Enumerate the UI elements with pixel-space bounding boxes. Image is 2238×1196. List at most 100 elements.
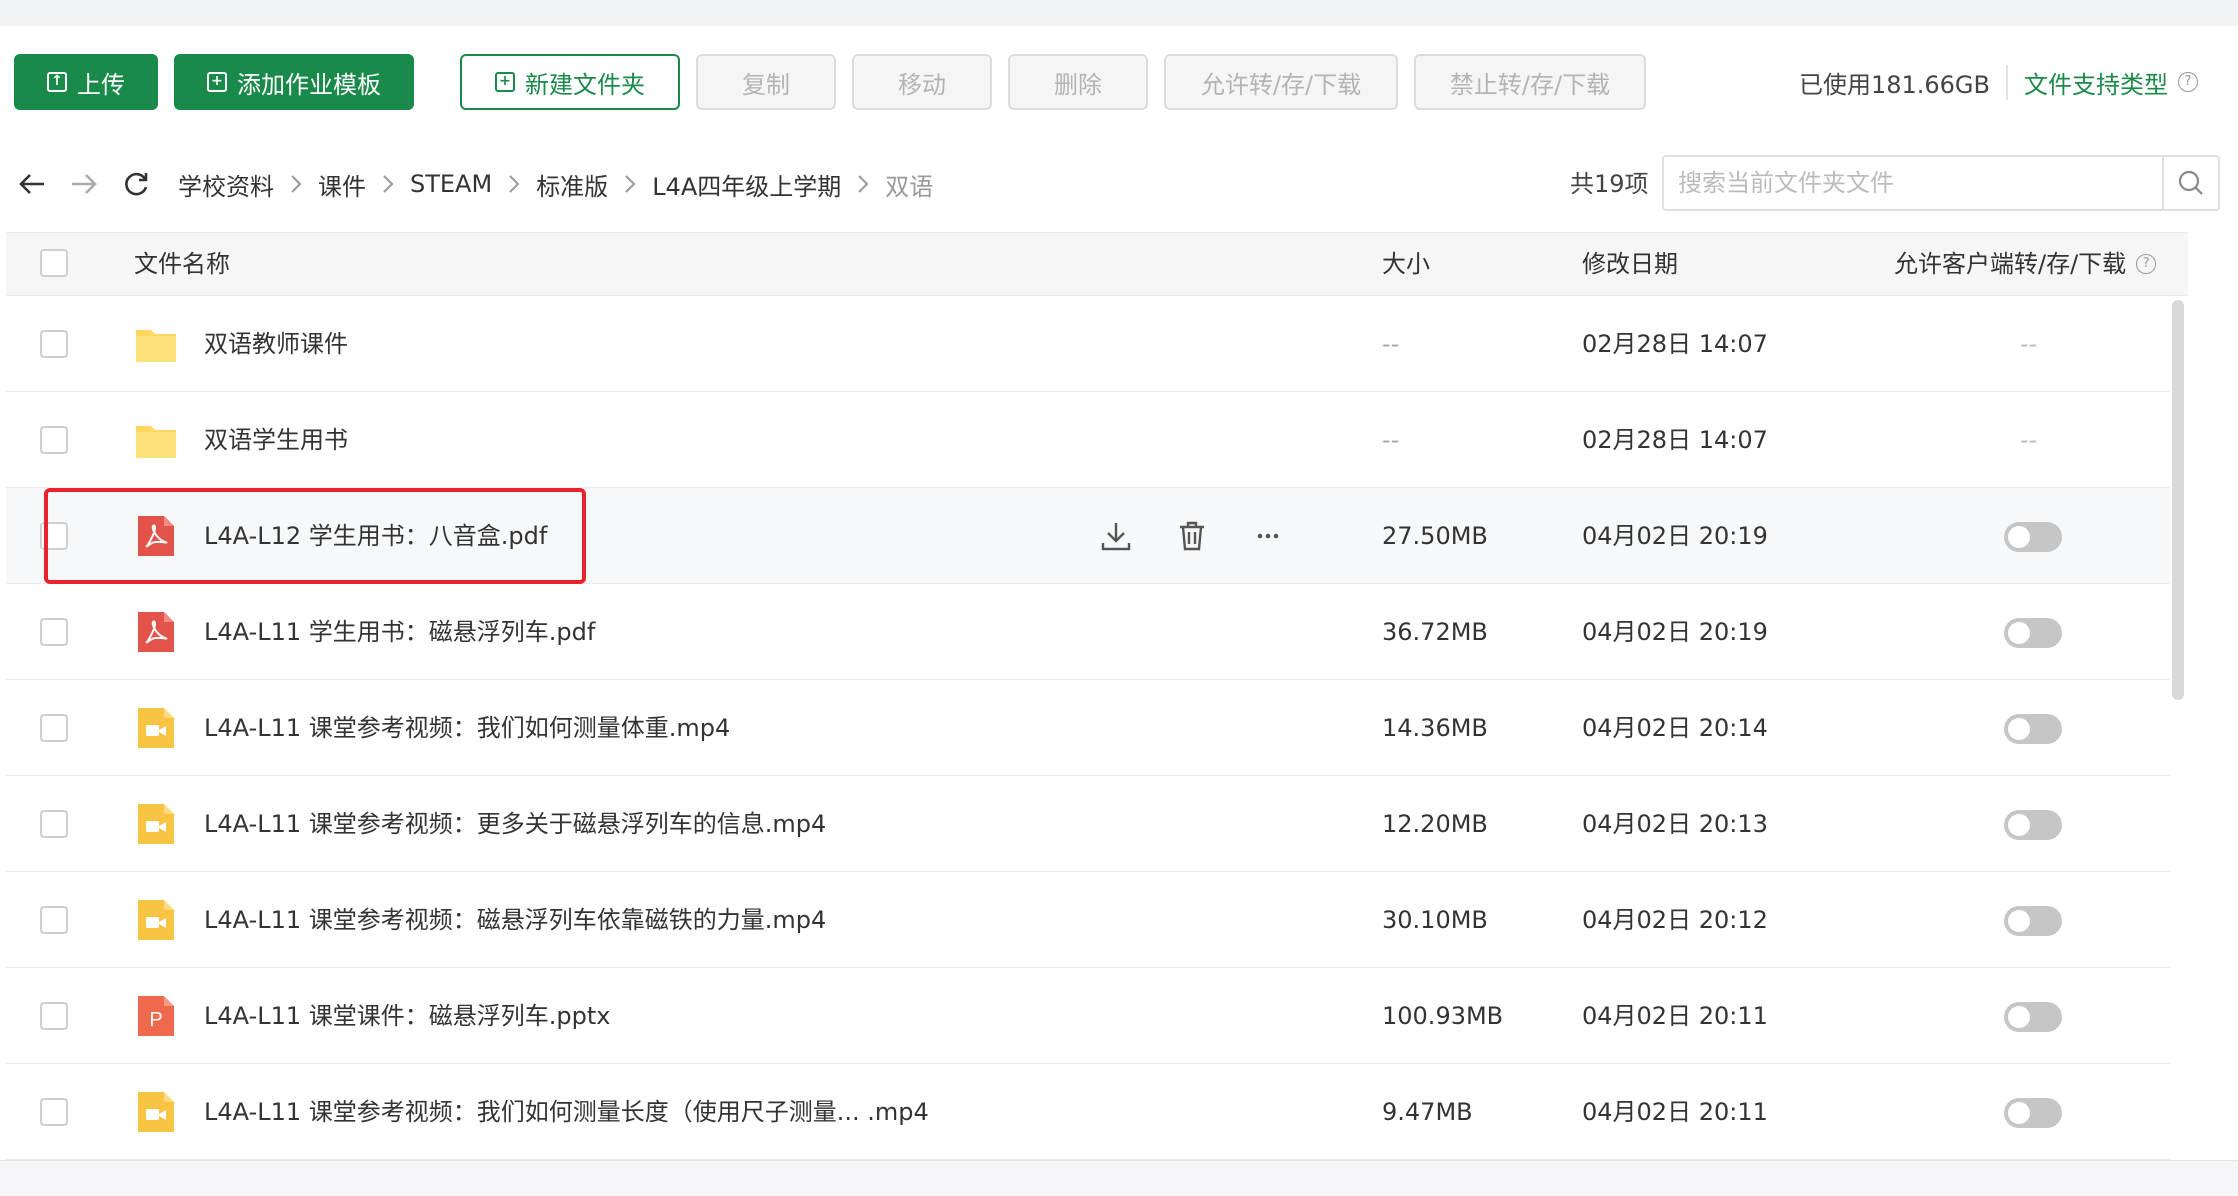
file-size: 36.72MB <box>1382 618 1488 646</box>
column-header-size[interactable]: 大小 <box>1382 233 1430 295</box>
file-size: -- <box>1382 330 1400 358</box>
allow-download-toggle[interactable] <box>2004 522 2062 552</box>
file-name[interactable]: L4A-L12 学生用书：八音盒.pdf <box>204 488 547 584</box>
row-checkbox[interactable] <box>40 618 68 646</box>
column-header-name[interactable]: 文件名称 <box>134 233 230 295</box>
row-checkbox[interactable] <box>40 714 68 742</box>
file-name[interactable]: L4A-L11 课堂参考视频：我们如何测量体重.mp4 <box>204 680 730 776</box>
column-header-allow-label: 允许客户端转/存/下载 <box>1894 250 2127 278</box>
forward-arrow-icon[interactable] <box>66 166 102 202</box>
file-date: 02月28日 14:07 <box>1582 330 1768 358</box>
folder-plus-icon: + <box>495 72 515 92</box>
search-button[interactable] <box>2162 157 2218 209</box>
row-checkbox[interactable] <box>40 1002 68 1030</box>
file-name[interactable]: L4A-L11 课堂参考视频：我们如何测量长度（使用尺子测量... .mp4 <box>204 1064 929 1160</box>
chevron-right-icon <box>290 174 302 194</box>
forbid-download-label: 禁止转/存/下载 <box>1449 70 1611 99</box>
navigation-bar: 学校资料 课件 STEAM 标准版 L4A四年级上学期 双语 <box>14 158 933 210</box>
chevron-right-icon <box>857 174 869 194</box>
file-name[interactable]: L4A-L11 课堂课件：磁悬浮列车.pptx <box>204 968 610 1064</box>
breadcrumb-item[interactable]: L4A四年级上学期 <box>652 167 841 202</box>
trash-icon[interactable] <box>1172 516 1212 556</box>
table-row[interactable]: L4A-L11 课堂参考视频：磁悬浮列车依靠磁铁的力量.mp4 30.10MB … <box>6 872 2170 968</box>
select-all-checkbox[interactable] <box>40 249 68 277</box>
row-checkbox[interactable] <box>40 426 68 454</box>
add-template-button[interactable]: + 添加作业模板 <box>174 54 414 110</box>
copy-label: 复制 <box>742 70 790 99</box>
row-checkbox[interactable] <box>40 522 68 550</box>
column-header-date[interactable]: 修改日期 <box>1582 233 1678 295</box>
more-options-icon[interactable] <box>1248 516 1288 556</box>
file-date: 04月02日 20:19 <box>1582 522 1768 550</box>
allow-download-toggle[interactable] <box>2004 618 2062 648</box>
allow-download-toggle[interactable] <box>2004 810 2062 840</box>
allow-download-toggle[interactable] <box>2004 714 2062 744</box>
row-checkbox[interactable] <box>40 1098 68 1126</box>
table-row[interactable]: L4A-L11 课堂参考视频：更多关于磁悬浮列车的信息.mp4 12.20MB … <box>6 776 2170 872</box>
delete-button[interactable]: 删除 <box>1008 54 1148 110</box>
top-strip <box>0 0 2238 26</box>
allow-download-toggle[interactable] <box>2004 1098 2062 1128</box>
back-arrow-icon[interactable] <box>14 166 50 202</box>
upload-button[interactable]: ↑ 上传 <box>14 54 158 110</box>
column-header-allow: 允许客户端转/存/下载 ? <box>1894 233 2157 295</box>
breadcrumb-item[interactable]: STEAM <box>410 170 492 198</box>
allow-download-button[interactable]: 允许转/存/下载 <box>1164 54 1398 110</box>
file-date: 04月02日 20:11 <box>1582 1098 1768 1126</box>
add-template-label: 添加作业模板 <box>237 70 381 99</box>
table-row[interactable]: 双语教师课件 -- 02月28日 14:07 -- <box>6 296 2170 392</box>
table-row[interactable]: L4A-L11 学生用书：磁悬浮列车.pdf 36.72MB 04月02日 20… <box>6 584 2170 680</box>
breadcrumb-current: 双语 <box>885 172 934 201</box>
storage-usage: 已使用181.66GB 文件支持类型 ? <box>1799 54 2198 110</box>
row-checkbox[interactable] <box>40 810 68 838</box>
allow-download-toggle[interactable] <box>2004 906 2062 936</box>
file-size: -- <box>1382 426 1400 454</box>
file-size: 100.93MB <box>1382 1002 1504 1030</box>
help-icon[interactable]: ? <box>2178 72 2198 92</box>
search-icon <box>2178 170 2203 195</box>
file-date: 04月02日 20:19 <box>1582 618 1768 646</box>
folder-icon <box>136 330 176 362</box>
table-row[interactable]: L4A-L11 课堂参考视频：我们如何测量长度（使用尺子测量... .mp4 9… <box>6 1064 2170 1160</box>
table-row[interactable]: 双语学生用书 -- 02月28日 14:07 -- <box>6 392 2170 488</box>
row-checkbox[interactable] <box>40 330 68 358</box>
row-checkbox[interactable] <box>40 906 68 934</box>
file-types-link[interactable]: 文件支持类型 <box>2024 65 2168 100</box>
file-name[interactable]: 双语学生用书 <box>204 392 348 488</box>
vertical-scrollbar[interactable] <box>2172 300 2184 700</box>
table-row[interactable]: P L4A-L11 课堂课件：磁悬浮列车.pptx 100.93MB 04月02… <box>6 968 2170 1064</box>
storage-used: 已使用181.66GB <box>1799 64 2008 100</box>
refresh-icon[interactable] <box>118 166 154 202</box>
ppt-file-icon: P <box>138 996 174 1036</box>
new-folder-button[interactable]: + 新建文件夹 <box>460 54 680 110</box>
table-row[interactable]: L4A-L11 课堂参考视频：我们如何测量体重.mp4 14.36MB 04月0… <box>6 680 2170 776</box>
chevron-right-icon <box>508 174 520 194</box>
video-file-icon <box>138 900 174 940</box>
file-size: 12.20MB <box>1382 810 1488 838</box>
file-name[interactable]: L4A-L11 学生用书：磁悬浮列车.pdf <box>204 584 595 680</box>
breadcrumb-item[interactable]: 学校资料 <box>178 167 274 202</box>
toolbar: ↑ 上传 + 添加作业模板 + 新建文件夹 复制 移动 删除 允许转/存/下载 … <box>14 54 1662 110</box>
allow-download-toggle[interactable] <box>2004 1002 2062 1032</box>
file-list: 双语教师课件 -- 02月28日 14:07 -- 双语学生用书 -- 02月2… <box>6 296 2170 1160</box>
move-label: 移动 <box>898 70 946 99</box>
file-date: 04月02日 20:11 <box>1582 1002 1768 1030</box>
forbid-download-button[interactable]: 禁止转/存/下载 <box>1414 54 1646 110</box>
move-button[interactable]: 移动 <box>852 54 992 110</box>
breadcrumb-item[interactable]: 标准版 <box>536 167 608 202</box>
file-name[interactable]: 双语教师课件 <box>204 296 348 392</box>
help-icon[interactable]: ? <box>2136 254 2157 274</box>
pdf-file-icon <box>138 612 174 652</box>
chevron-right-icon <box>382 174 394 194</box>
search-input[interactable] <box>1664 157 2162 209</box>
add-file-icon: + <box>207 72 227 92</box>
breadcrumb-item[interactable]: 课件 <box>318 167 366 202</box>
file-name[interactable]: L4A-L11 课堂参考视频：磁悬浮列车依靠磁铁的力量.mp4 <box>204 872 826 968</box>
file-name[interactable]: L4A-L11 课堂参考视频：更多关于磁悬浮列车的信息.mp4 <box>204 776 826 872</box>
copy-button[interactable]: 复制 <box>696 54 836 110</box>
file-size: 30.10MB <box>1382 906 1488 934</box>
ppt-letter: P <box>149 1009 162 1031</box>
table-row[interactable]: L4A-L12 学生用书：八音盒.pdf 27.50MB 04月02日 20:1… <box>6 488 2170 584</box>
file-size: 14.36MB <box>1382 714 1488 742</box>
download-icon[interactable] <box>1096 516 1136 556</box>
